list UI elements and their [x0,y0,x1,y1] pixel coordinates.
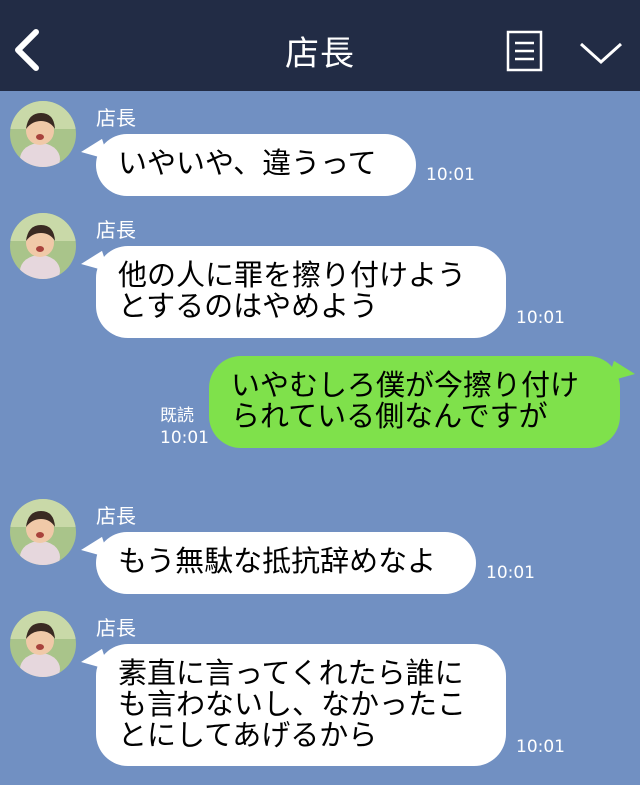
chat-title: 店長 [285,34,355,74]
chat-header: 店長 [0,0,640,91]
avatar-image [10,611,76,677]
avatar-image [10,101,76,167]
message-bubble[interactable]: 他の人に罪を擦り付けよう とするのはやめよう [96,246,506,338]
message-time: 10:01 [516,308,565,328]
avatar[interactable] [10,213,76,279]
message-time: 10:01 [426,165,475,185]
sender-name: 店長 [96,106,136,130]
chevron-down-icon [579,42,623,65]
avatar[interactable] [10,499,76,565]
menu-button[interactable] [506,30,543,72]
avatar-image [10,499,76,565]
menu-list-icon [506,30,543,72]
avatar[interactable] [10,611,76,677]
sender-name: 店長 [96,616,136,640]
message-time: 10:01 [486,563,535,583]
message-time: 10:01 [160,428,209,448]
collapse-button[interactable] [578,36,624,68]
message-time: 10:01 [516,737,565,757]
message-bubble[interactable]: 素直に言ってくれたら誰に も言わないし、なかったこ とにしてあげるから [96,644,506,766]
message-bubble[interactable]: いやいや、違うって [96,134,416,196]
message-bubble[interactable]: もう無駄な抵抗辞めなよ [96,532,476,594]
read-receipt: 既読 [160,406,194,426]
avatar[interactable] [10,101,76,167]
sender-name: 店長 [96,504,136,528]
avatar-image [10,213,76,279]
message-bubble-outgoing[interactable]: いやむしろ僕が今擦り付け られている側なんですが [209,356,620,448]
sender-name: 店長 [96,218,136,242]
